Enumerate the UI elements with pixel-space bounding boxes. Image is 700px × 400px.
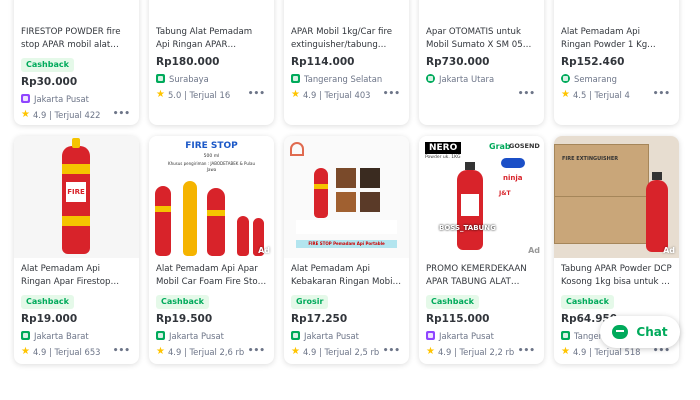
cashback-badge: Cashback (426, 295, 479, 309)
ad-badge: Ad (663, 246, 675, 255)
shop-location: Jakarta Pusat (21, 93, 132, 104)
ad-badge: Ad (528, 246, 540, 255)
rating-row: ★ 4.9 | Terjual 653 ••• (21, 345, 130, 357)
chat-button[interactable]: Chat (600, 316, 680, 348)
product-price: Rp30.000 (21, 76, 78, 88)
product-card[interactable]: FIRE STOP 500 ml Khusus pengiriman : JAB… (149, 136, 274, 364)
rating-row: ★ 5.0 | Terjual 16 ••• (156, 88, 265, 100)
shop-location: Jakarta Pusat (156, 330, 267, 341)
product-card[interactable]: APAR Mobil 1kg/Car fire extinguisher/tab… (284, 0, 409, 125)
cashback-badge: Cashback (21, 295, 74, 309)
rating-row: ★ 4.9 | Terjual 422 ••• (21, 108, 130, 120)
product-price: Rp730.000 (426, 56, 490, 68)
cashback-badge: Cashback (156, 295, 209, 309)
official-store-icon (426, 74, 435, 83)
grosir-badge: Grosir (291, 295, 329, 309)
power-merchant-icon (156, 74, 165, 83)
product-image[interactable]: FIRE STOP Pemadam Api Portable (284, 136, 409, 258)
more-options-icon[interactable]: ••• (113, 346, 130, 356)
product-image[interactable]: FIRE (14, 136, 139, 258)
chat-bubble-icon (612, 325, 629, 339)
more-options-icon[interactable]: ••• (518, 89, 535, 99)
star-icon: ★ (426, 345, 435, 357)
product-price: Rp17.250 (291, 313, 348, 325)
star-icon: ★ (21, 345, 30, 357)
product-title[interactable]: PROMO KEMERDEKAAN APAR TABUNG ALAT PEMAD… (426, 263, 537, 289)
product-title[interactable]: APAR Mobil 1kg/Car fire extinguisher/tab… (291, 26, 402, 52)
product-title[interactable]: Apar OTOMATIS untuk Mobil Sumato X SM 05… (426, 26, 537, 52)
product-card[interactable]: Alat Pemadam Api Ringan Powder 1 Kg Tabu… (554, 0, 679, 125)
star-icon: ★ (156, 88, 165, 100)
power-merchant-icon (156, 331, 165, 340)
product-title[interactable]: Alat Pemadam Api Ringan Powder 1 Kg Tabu… (561, 26, 672, 52)
product-price: Rp152.460 (561, 56, 625, 68)
rating-row: ★ 4.9 | Terjual 2,6 rb ••• (156, 345, 265, 357)
more-options-icon[interactable]: ••• (518, 346, 535, 356)
product-title[interactable]: Alat Pemadam Api Apar Mobil Car Foam Fir… (156, 263, 267, 289)
power-merchant-icon (21, 94, 30, 103)
product-image[interactable]: FIRE STOP 500 ml Khusus pengiriman : JAB… (149, 136, 274, 258)
rating-row: ★ 4.9 | Terjual 403 ••• (291, 88, 400, 100)
product-image[interactable]: NERO Powder uk. 1KG Grab GOSEND ninja J&… (419, 136, 544, 258)
chat-label: Chat (636, 325, 668, 339)
shop-location: Jakarta Utara (426, 73, 537, 84)
rating-row: ★ 4.9 | Terjual 2,5 rb ••• (291, 345, 400, 357)
power-merchant-icon (291, 331, 300, 340)
power-merchant-icon (426, 331, 435, 340)
more-options-icon[interactable]: ••• (248, 346, 265, 356)
power-merchant-icon (561, 331, 570, 340)
more-options-icon[interactable]: ••• (248, 89, 265, 99)
star-icon: ★ (291, 345, 300, 357)
power-merchant-icon (21, 331, 30, 340)
ad-badge: Ad (258, 246, 270, 255)
more-options-icon[interactable]: ••• (113, 109, 130, 119)
power-merchant-icon (291, 74, 300, 83)
product-title[interactable]: Alat Pemadam Api Ringan Apar Firestop Mo… (21, 263, 132, 289)
star-icon: ★ (561, 88, 570, 100)
product-price: Rp180.000 (156, 56, 220, 68)
shop-location: Jakarta Barat (21, 330, 132, 341)
more-options-icon[interactable]: ••• (383, 346, 400, 356)
product-card[interactable]: NERO Powder uk. 1KG Grab GOSEND ninja J&… (419, 136, 544, 364)
cashback-badge: Cashback (21, 58, 74, 72)
product-image[interactable]: FIRE EXTINGUISHER Ad (554, 136, 679, 258)
official-store-icon (561, 74, 570, 83)
shop-location: Jakarta Pusat (426, 330, 537, 341)
fire-extinguisher-image: FIRE (62, 146, 90, 254)
product-price: Rp19.000 (21, 313, 78, 325)
star-icon: ★ (21, 108, 30, 120)
product-price: Rp115.000 (426, 313, 490, 325)
product-title[interactable]: Tabung Alat Pemadam Api Ringan APAR Keba… (156, 26, 267, 52)
product-title[interactable]: Alat Pemadam Api Kebakaran Ringan Mobil … (291, 263, 402, 289)
shop-location: Jakarta Pusat (291, 330, 402, 341)
product-card[interactable]: Tabung Alat Pemadam Api Ringan APAR Keba… (149, 0, 274, 125)
shop-location: Semarang (561, 73, 672, 84)
rating-row: ★ 4.5 | Terjual 4 ••• (561, 88, 670, 100)
star-icon: ★ (291, 88, 300, 100)
cashback-badge: Cashback (561, 295, 614, 309)
shop-location: Tangerang Selatan (291, 73, 402, 84)
product-card[interactable]: Apar OTOMATIS untuk Mobil Sumato X SM 05… (419, 0, 544, 125)
product-title[interactable]: FIRESTOP POWDER fire stop APAR mobil ala… (21, 26, 132, 52)
more-options-icon[interactable]: ••• (653, 89, 670, 99)
product-card[interactable]: FIRE STOP Pemadam Api Portable Alat Pema… (284, 136, 409, 364)
shop-location: Surabaya (156, 73, 267, 84)
product-price: Rp19.500 (156, 313, 213, 325)
more-options-icon[interactable]: ••• (383, 89, 400, 99)
star-icon: ★ (156, 345, 165, 357)
product-card[interactable]: FIRE Alat Pemadam Api Ringan Apar Firest… (14, 136, 139, 364)
product-title[interactable]: Tabung APAR Powder DCP Kosong 1kg bisa u… (561, 263, 672, 289)
rating-row: ★ 4.9 | Terjual 2,2 rb ••• (426, 345, 535, 357)
star-icon: ★ (561, 345, 570, 357)
product-price: Rp114.000 (291, 56, 355, 68)
rating-row: ••• (426, 89, 537, 100)
product-card[interactable]: FIRESTOP POWDER fire stop APAR mobil ala… (14, 0, 139, 125)
